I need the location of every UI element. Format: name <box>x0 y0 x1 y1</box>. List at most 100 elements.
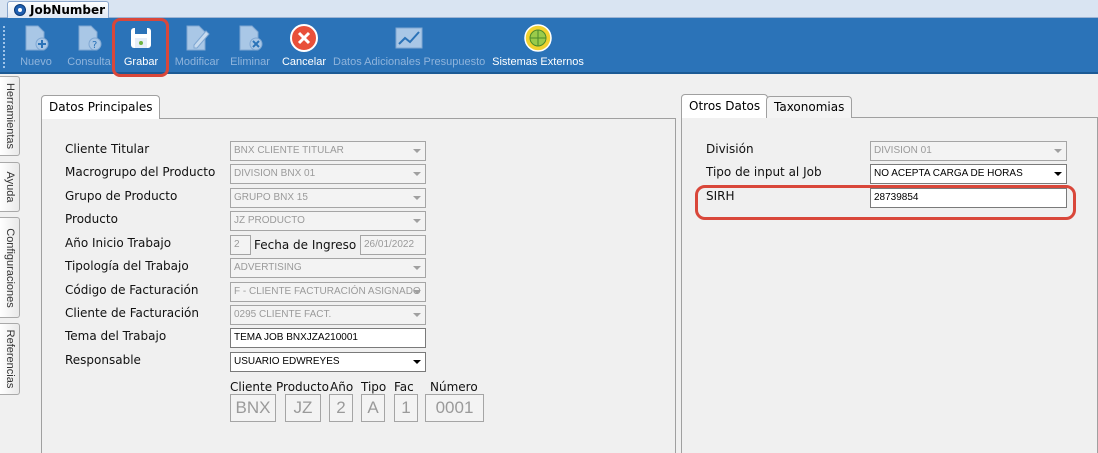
chevron-down-icon <box>413 290 421 294</box>
side-tab-ayuda-label: Ayuda <box>3 171 16 203</box>
code-numero-box: 0001 <box>425 394 484 422</box>
code-producto-box: JZ <box>285 394 321 422</box>
tipologia-value: ADVERTISING <box>234 262 302 273</box>
division-select[interactable]: DIVISION 01 <box>870 141 1067 161</box>
side-tab-ayuda[interactable]: Ayuda <box>0 162 20 212</box>
chevron-down-icon <box>413 360 421 364</box>
macrogrupo-select[interactable]: DIVISION BNX 01 <box>230 164 426 184</box>
query-document-icon: ? <box>78 25 102 51</box>
chevron-down-icon <box>413 172 421 176</box>
tab-datos-principales-label: Datos Principales <box>49 100 153 114</box>
responsable-label: Responsable <box>65 353 141 367</box>
code-cliente-box: BNX <box>230 394 276 422</box>
sistemas-externos-button[interactable]: Sistemas Externos <box>490 21 586 71</box>
cancel-icon <box>290 24 318 52</box>
main-toolbar: Nuevo ? Consulta Grabar Modificar Elimin… <box>0 18 1098 74</box>
cliente-facturacion-label: Cliente de Facturación <box>65 306 199 320</box>
chevron-down-icon <box>413 313 421 317</box>
new-document-icon <box>25 25 49 51</box>
side-tab-referencias-label: Referencias <box>3 329 16 389</box>
jobnumber-tab[interactable]: JobNumber <box>7 1 109 18</box>
sirh-value: 28739854 <box>874 192 919 203</box>
producto-select[interactable]: JZ PRODUCTO <box>230 211 426 231</box>
trend-chart-icon <box>395 27 423 49</box>
tab-datos-principales[interactable]: Datos Principales <box>41 95 161 119</box>
producto-value: JZ PRODUCTO <box>234 215 305 226</box>
fecha-ingreso-value: 26/01/2022 <box>364 239 415 250</box>
consulta-label: Consulta <box>67 56 111 68</box>
tipologia-label: Tipología del Trabajo <box>65 259 189 273</box>
chevron-down-icon <box>1054 172 1062 176</box>
code-anio-box: 2 <box>329 394 353 422</box>
tipo-input-value: NO ACEPTA CARGA DE HORAS <box>874 168 1023 179</box>
side-tab-referencias[interactable]: Referencias <box>0 323 20 395</box>
tab-otros-datos-label: Otros Datos <box>689 99 761 113</box>
macrogrupo-label: Macrogrupo del Producto <box>65 165 216 179</box>
nuevo-button[interactable]: Nuevo <box>12 21 60 71</box>
datos-adicionales-button[interactable]: Datos Adicionales Presupuesto <box>333 21 485 71</box>
code-cliente-label: Cliente <box>230 380 273 394</box>
svg-text:?: ? <box>92 40 97 51</box>
code-tipo-label: Tipo <box>361 380 387 394</box>
save-disk-icon <box>131 28 151 48</box>
code-fac-box: 1 <box>394 394 418 422</box>
document-tab-strip: JobNumber <box>0 0 1098 18</box>
tab-otros-datos[interactable]: Otros Datos <box>681 94 769 118</box>
sirh-label: SIRH <box>706 189 735 203</box>
tema-trabajo-input[interactable]: TEMA JOB BNXJZA210001 <box>230 328 426 348</box>
nuevo-label: Nuevo <box>20 56 52 68</box>
jobnumber-tab-label: JobNumber <box>30 3 106 17</box>
codigo-facturacion-value: F - CLIENTE FACTURACIÓN ASIGNADO <box>234 286 421 297</box>
tab-taxonomias-label: Taxonomias <box>774 100 845 114</box>
eliminar-button[interactable]: Eliminar <box>227 21 273 71</box>
tema-trabajo-label: Tema del Trabajo <box>65 329 167 343</box>
tipologia-select[interactable]: ADVERTISING <box>230 258 426 278</box>
grupo-producto-label: Grupo de Producto <box>65 189 178 203</box>
tab-taxonomias[interactable]: Taxonomias <box>766 96 853 118</box>
cliente-titular-label: Cliente Titular <box>65 142 150 156</box>
sirh-input[interactable]: 28739854 <box>870 188 1067 208</box>
cancelar-button[interactable]: Cancelar <box>279 21 329 71</box>
cancelar-label: Cancelar <box>281 56 327 68</box>
tipo-input-label: Tipo de input al Job <box>706 165 822 179</box>
delete-document-icon <box>239 25 263 51</box>
consulta-button[interactable]: ? Consulta <box>64 21 114 71</box>
grabar-button[interactable]: Grabar <box>117 21 165 71</box>
cliente-facturacion-value: 0295 CLIENTE FACT. <box>234 309 332 320</box>
side-tab-configuraciones[interactable]: Configuraciones <box>0 217 20 318</box>
tema-trabajo-value: TEMA JOB BNXJZA210001 <box>234 332 358 343</box>
chevron-down-icon <box>413 219 421 223</box>
codigo-facturacion-label: Código de Facturación <box>65 283 199 297</box>
cliente-facturacion-select[interactable]: 0295 CLIENTE FACT. <box>230 305 426 325</box>
chevron-down-icon <box>413 196 421 200</box>
app-logo-icon <box>14 4 26 16</box>
code-producto-label: Producto <box>276 380 329 394</box>
cliente-titular-select[interactable]: BNX CLIENTE TITULAR <box>230 141 426 161</box>
datos-adicionales-label: Datos Adicionales Presupuesto <box>333 56 486 68</box>
producto-label: Producto <box>65 212 118 226</box>
modificar-button[interactable]: Modificar <box>170 21 224 71</box>
responsable-value: USUARIO EDWREYES <box>234 356 340 367</box>
chevron-down-icon <box>413 266 421 270</box>
side-tab-herramientas-label: Herramientas <box>3 82 16 150</box>
division-label: División <box>706 142 754 156</box>
globe-icon <box>524 24 552 52</box>
side-tab-herramientas[interactable]: Herramientas <box>0 76 20 156</box>
sistemas-externos-label: Sistemas Externos <box>492 56 584 68</box>
code-numero-label: Número <box>430 380 478 394</box>
code-fac-label: Fac <box>394 380 414 394</box>
grupo-producto-select[interactable]: GRUPO BNX 15 <box>230 188 426 208</box>
chevron-down-icon <box>1054 149 1062 153</box>
codigo-facturacion-select[interactable]: F - CLIENTE FACTURACIÓN ASIGNADO <box>230 282 426 302</box>
fecha-ingreso-input[interactable]: 26/01/2022 <box>360 235 426 255</box>
toolbar-grip[interactable] <box>3 26 5 68</box>
anio-inicio-label: Año Inicio Trabajo <box>65 236 172 250</box>
anio-inicio-value: 2 <box>234 239 240 250</box>
grabar-label: Grabar <box>123 56 159 68</box>
anio-inicio-input[interactable]: 2 <box>230 235 251 255</box>
macrogrupo-value: DIVISION BNX 01 <box>234 168 316 179</box>
tipo-input-select[interactable]: NO ACEPTA CARGA DE HORAS <box>870 164 1067 184</box>
responsable-select[interactable]: USUARIO EDWREYES <box>230 352 426 372</box>
chevron-down-icon <box>413 149 421 153</box>
fecha-ingreso-label: Fecha de Ingreso <box>254 238 357 252</box>
